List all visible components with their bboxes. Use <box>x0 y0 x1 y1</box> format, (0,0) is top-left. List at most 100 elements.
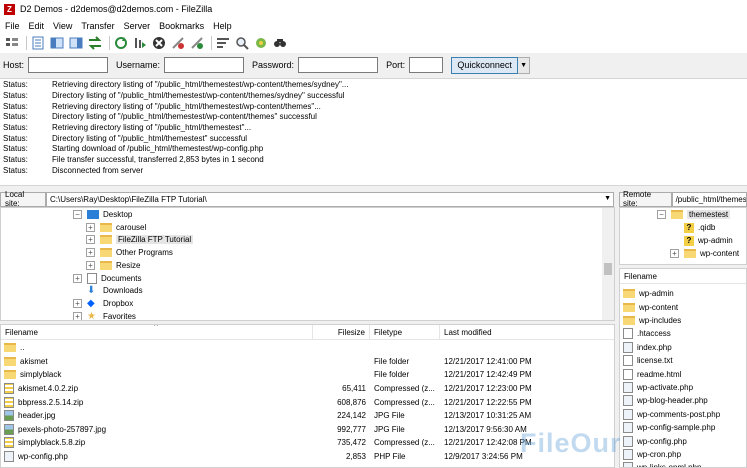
table-row[interactable]: wp-cron.php <box>620 448 746 462</box>
table-row[interactable]: wp-links-opml.php <box>620 461 746 467</box>
table-row[interactable]: wp-config.php <box>620 434 746 448</box>
remote-file-list[interactable]: Filename wp-admin wp-content wp-includes .h… <box>619 268 747 468</box>
menu-help[interactable]: Help <box>208 21 236 31</box>
filesize-cell: 65,411 <box>342 384 366 394</box>
log-type: Status: <box>3 91 28 101</box>
table-row[interactable]: header.jpg 224,142 JPG File 12/13/2017 10:3… <box>1 409 614 423</box>
table-row[interactable]: akismet.4.0.2.zip 65,411 Compressed (z... 1… <box>1 382 614 396</box>
tree-item[interactable]: + Resize <box>86 259 140 272</box>
column-filetype[interactable]: Filetype <box>370 325 440 340</box>
expander-icon[interactable]: + <box>86 235 95 245</box>
filetype-cell: File folder <box>374 370 410 380</box>
table-row[interactable]: wp-content <box>620 300 746 314</box>
username-input[interactable] <box>164 57 245 73</box>
table-row[interactable]: simplyblack File folder 12/21/2017 12:42:4… <box>1 368 614 382</box>
column-filename[interactable]: Filename ^ <box>1 325 313 340</box>
local-path-input[interactable]: C:\Users\Ray\Desktop\FileZilla FTP Tutor… <box>45 191 614 207</box>
expander-icon[interactable]: − <box>73 210 82 219</box>
local-directory-tree[interactable]: − Desktop + carousel + FileZilla FTP Tutorial… <box>0 207 615 321</box>
filename-text: readme.html <box>637 369 682 379</box>
sync-browse-icon[interactable] <box>253 35 269 51</box>
menu-bookmarks[interactable]: Bookmarks <box>154 21 208 31</box>
expander-icon[interactable]: + <box>73 311 82 320</box>
tree-item[interactable]: − themestest <box>657 208 731 221</box>
column-remote-filename[interactable]: Filename <box>620 269 746 284</box>
tree-item[interactable]: + Other Programs <box>86 246 173 259</box>
expander-icon[interactable]: + <box>86 248 95 258</box>
reconnect-icon[interactable] <box>189 35 205 51</box>
table-row[interactable]: wp-config-sample.php <box>620 421 746 435</box>
scrollbar-thumb[interactable] <box>604 263 612 275</box>
log-line: Status: Retrieving directory listing of "… <box>0 123 747 134</box>
menu-server[interactable]: Server <box>119 21 155 31</box>
menu-transfer[interactable]: Transfer <box>76 21 118 31</box>
chevron-down-icon[interactable]: ▼ <box>604 195 611 202</box>
tree-item[interactable]: + ◆ Dropbox <box>73 297 133 310</box>
filter-icon[interactable] <box>215 35 231 51</box>
expander-icon[interactable]: + <box>73 298 82 308</box>
tree-item[interactable]: + ★ Favorites <box>73 310 136 320</box>
filename-text: index.php <box>637 342 672 352</box>
column-last-modified[interactable]: Last modified <box>440 325 614 340</box>
toggle-local-tree-icon[interactable] <box>49 35 65 51</box>
menu-view[interactable]: View <box>48 21 76 31</box>
table-row[interactable]: bbpress.2.5.14.zip 608,876 Compressed (z..… <box>1 395 614 409</box>
expander-blank <box>670 236 679 245</box>
local-tree-scrollbar[interactable] <box>602 208 614 320</box>
tree-item[interactable]: ? wp-admin <box>670 234 733 247</box>
remote-list-header: Filename <box>620 269 746 284</box>
quickconnect-dropdown-button[interactable]: ▼ <box>518 56 531 74</box>
table-row[interactable]: index.php <box>620 341 746 355</box>
tree-item[interactable]: + wp-content <box>670 247 739 260</box>
toggle-log-icon[interactable] <box>30 35 46 51</box>
table-row[interactable]: .. <box>1 341 614 355</box>
table-row[interactable]: .htaccess <box>620 327 746 341</box>
expander-blank <box>73 286 82 295</box>
search-icon[interactable] <box>272 35 288 51</box>
expander-icon[interactable]: − <box>657 210 666 219</box>
column-filesize[interactable]: Filesize <box>313 325 370 340</box>
table-row[interactable]: wp-comments-post.php <box>620 408 746 422</box>
quickconnect-button[interactable]: Quickconnect <box>451 56 519 74</box>
tree-item-label: Other Programs <box>116 248 173 258</box>
menu-edit[interactable]: Edit <box>24 21 49 31</box>
process-queue-icon[interactable] <box>132 35 148 51</box>
table-row[interactable]: wp-admin <box>620 287 746 301</box>
filesize-cell: 608,876 <box>337 397 366 407</box>
site-manager-icon[interactable] <box>4 35 20 51</box>
table-row[interactable]: readme.html <box>620 367 746 381</box>
tree-item[interactable]: ⬇ Downloads <box>73 284 143 297</box>
expander-icon[interactable]: + <box>86 260 95 270</box>
remote-directory-tree[interactable]: − themestest? .qidb? wp-admin + wp-content <box>619 207 747 265</box>
toggle-queue-icon[interactable] <box>87 35 103 51</box>
downloads-icon: ⬇ <box>87 285 96 297</box>
table-row[interactable]: wp-blog-header.php <box>620 394 746 408</box>
table-row[interactable]: wp-activate.php <box>620 381 746 395</box>
expander-icon[interactable]: + <box>86 222 95 232</box>
table-row[interactable]: wp-includes <box>620 314 746 328</box>
tree-item[interactable]: + FileZilla FTP Tutorial <box>86 233 194 246</box>
tree-item[interactable]: + carousel <box>86 221 146 234</box>
expander-icon[interactable]: + <box>73 273 82 283</box>
message-log[interactable]: Status: Retrieving directory listing of "… <box>0 78 747 186</box>
tree-item[interactable]: ? .qidb <box>670 221 715 234</box>
port-input[interactable] <box>409 57 444 73</box>
image-file-icon <box>4 423 14 435</box>
tree-item[interactable]: + Documents <box>73 272 141 285</box>
table-row[interactable]: akismet File folder 12/21/2017 12:41:00 PM <box>1 355 614 369</box>
folder-icon <box>100 222 112 232</box>
host-input[interactable] <box>28 57 109 73</box>
tree-item[interactable]: − Desktop <box>73 208 132 221</box>
expander-icon[interactable]: + <box>670 249 679 258</box>
refresh-icon[interactable] <box>113 35 129 51</box>
cancel-icon[interactable] <box>151 35 167 51</box>
file-icon <box>623 368 633 380</box>
password-input[interactable] <box>298 57 379 73</box>
remote-path-input[interactable]: /public_html/themestest <box>671 191 747 207</box>
table-row[interactable]: license.txt <box>620 354 746 368</box>
password-label: Password: <box>252 60 295 70</box>
compare-icon[interactable] <box>234 35 250 51</box>
disconnect-icon[interactable] <box>170 35 186 51</box>
menu-file[interactable]: File <box>0 21 24 31</box>
toggle-remote-tree-icon[interactable] <box>68 35 84 51</box>
